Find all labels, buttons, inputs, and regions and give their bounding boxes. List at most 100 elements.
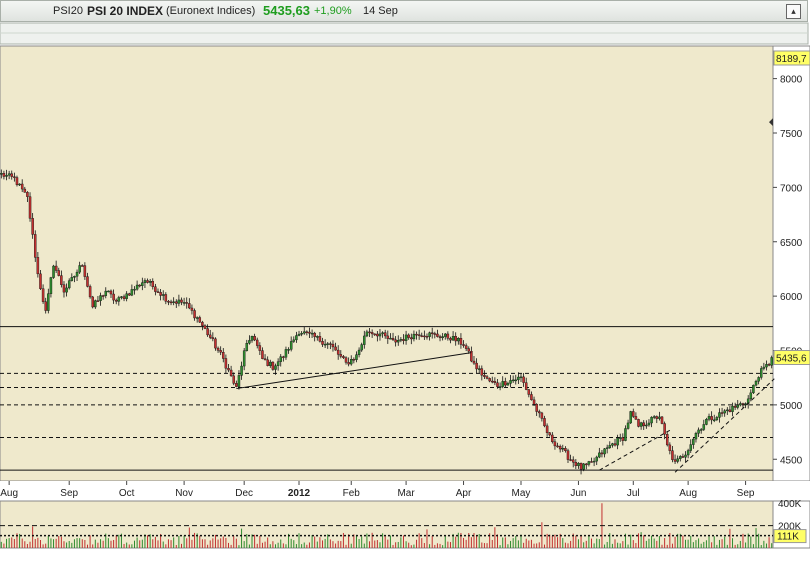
candle-body [203,325,207,329]
candle-body [517,376,520,381]
candle-body [624,428,627,441]
candle-body [0,173,3,175]
candle-body [117,297,121,302]
candle-body [287,349,290,351]
candle-body [172,301,175,303]
candle-body [501,381,504,387]
candle-body [276,361,280,366]
candle-body [459,338,463,345]
candle-body [530,394,533,401]
candle-body [415,333,418,336]
candle-body [305,331,309,333]
candle-body [467,348,471,352]
candle-body [5,175,8,177]
candle-body [595,456,598,462]
candle-body [34,234,37,258]
candle-body [634,416,638,420]
candle-body [365,331,369,337]
candle-body [355,354,358,360]
candle-body [368,331,371,334]
candle-body [454,336,457,342]
candle-body [347,362,350,365]
candle-body [410,337,413,340]
candle-body [182,302,186,304]
candle-body [381,332,384,335]
candle-body [26,191,29,197]
top-value-label: 8189,7 [776,54,807,65]
candle-body [31,218,34,235]
candle-body [232,375,235,384]
candle-body [208,334,212,338]
collapse-button[interactable]: ▴ [786,4,801,19]
candle-body [114,299,118,302]
x-axis-tick-label: Oct [119,488,135,499]
candle-body [752,384,755,394]
candle-body [44,301,47,311]
candle-body [673,459,677,462]
candle-body [626,422,630,429]
candle-body [180,299,183,303]
candle-body [600,452,604,455]
candle-body [316,336,319,338]
candle-body [420,335,423,337]
x-axis-tick-label: Nov [175,488,193,499]
candle-body [323,343,327,346]
candle-body [245,343,249,351]
candle-body [13,176,16,178]
candle-body [579,462,583,470]
candle-body [148,281,152,283]
candle-body [684,454,687,458]
candle-body [697,429,700,434]
candle-body [532,399,536,405]
candle-body [712,419,716,422]
candle-body [681,456,685,458]
price-chart[interactable]: 800075007000650060005500500045008189,754… [0,22,810,562]
candle-body [39,273,42,289]
candle-body [744,403,747,405]
candle-body [70,277,74,281]
candle-body [399,339,403,341]
symbol-code: PSI20 [53,5,83,17]
candle-body [370,332,374,335]
candle-body [438,336,442,339]
x-axis-tick-label: Aug [0,488,18,499]
candle-body [472,360,476,364]
candle-body [652,416,656,418]
candle-body [41,288,45,302]
candle-body [7,173,11,176]
candle-body [535,404,538,412]
candle-body [235,383,238,387]
candle-body [446,333,450,339]
candle-body [618,437,622,439]
candle-body [313,332,316,338]
candle-body [133,288,136,291]
candle-body [493,381,497,383]
candle-body [457,338,460,342]
candle-body [255,339,259,346]
candle-body [433,333,437,335]
candle-body [561,448,565,450]
candle-body [391,337,395,341]
chart-area[interactable]: 800075007000650060005500500045008189,754… [0,22,810,562]
candle-body [67,280,71,289]
candle-body [331,343,335,348]
candle-body [728,409,732,412]
x-axis-tick-label: Sep [737,488,755,499]
candle-body [96,300,100,302]
candle-body [261,350,264,359]
candle-body [216,347,220,351]
candle-body [310,332,314,335]
candle-body [177,299,181,304]
candle-body [397,340,400,343]
candle-body [477,368,481,370]
y-axis-tick-label: 6500 [780,238,803,249]
volume-average-label: 111K [777,532,799,543]
candle-body [18,183,21,186]
candle-body [504,381,507,386]
candle-body [329,343,332,345]
candle-body [668,444,672,451]
x-axis-tick-label: Jun [570,488,586,499]
candle-body [485,376,489,379]
candle-body [608,445,612,448]
candle-body [723,410,726,414]
